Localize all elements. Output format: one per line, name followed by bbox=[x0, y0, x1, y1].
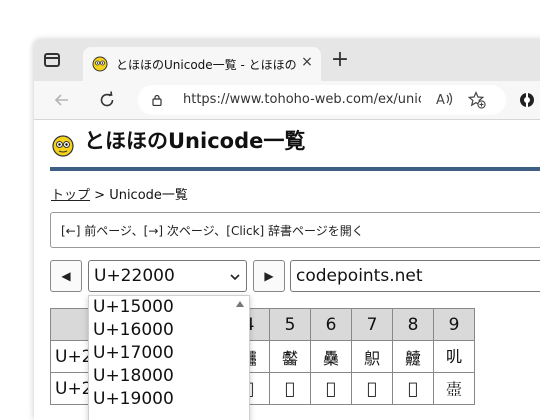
new-tab-icon[interactable]: + bbox=[330, 49, 350, 71]
breadcrumb-separator: > bbox=[90, 188, 110, 203]
breadcrumb-home-link[interactable]: トップ bbox=[51, 188, 90, 203]
breadcrumb-current: Unicode一覧 bbox=[109, 188, 188, 203]
address-bar[interactable]: https://www.tohoho-web.com/ex/unicode.ht… bbox=[138, 85, 506, 115]
dropdown-option[interactable]: U+19000 bbox=[89, 388, 249, 411]
tab-close-icon[interactable]: × bbox=[298, 53, 316, 71]
keyboard-hint-box: [←] 前ページ、[→] 次ページ、[Click] 辞書ページを開く bbox=[50, 212, 540, 248]
grid-glyph-cell[interactable]: 𠁕 bbox=[433, 372, 475, 405]
page-content: とほほのUnicode一覧 トップ > Unicode一覧 [←] 前ページ、[… bbox=[34, 120, 540, 420]
active-tab[interactable]: とほほのUnicode一覧 - とほほのWWW入門 × bbox=[83, 47, 321, 81]
read-aloud-icon[interactable]: A bbox=[436, 91, 454, 111]
codepoint-dropdown-list[interactable]: U+15000 U+16000 U+17000 U+18000 U+19000 bbox=[88, 295, 250, 420]
browser-toolbar: https://www.tohoho-web.com/ex/unicode.ht… bbox=[34, 81, 540, 120]
extension-icon[interactable] bbox=[519, 92, 535, 108]
dropdown-option[interactable]: U+16000 bbox=[89, 319, 249, 342]
title-divider bbox=[50, 167, 540, 171]
grid-glyph-cell[interactable]: 䶑 bbox=[392, 340, 434, 373]
dropdown-option[interactable]: U+18000 bbox=[89, 365, 249, 388]
back-icon[interactable] bbox=[50, 88, 74, 112]
browser-window: とほほのUnicode一覧 - とほほのWWW入門 × + https://ww… bbox=[34, 40, 540, 420]
grid-header-cell: 5 bbox=[269, 308, 311, 341]
grid-glyph-cell[interactable]: 齾 bbox=[269, 340, 311, 373]
codepoint-select[interactable]: U+22000 bbox=[88, 260, 247, 292]
grid-glyph-cell[interactable]: 䶷 bbox=[433, 340, 475, 373]
svg-text:A: A bbox=[436, 93, 445, 107]
url-text[interactable]: https://www.tohoho-web.com/ex/unicode.ht… bbox=[183, 92, 421, 107]
page-title: とほほのUnicode一覧 bbox=[84, 129, 306, 153]
grid-glyph-cell[interactable]: 𠁑 bbox=[269, 372, 311, 405]
grid-header-cell: 8 bbox=[392, 308, 434, 341]
lock-icon[interactable] bbox=[152, 94, 162, 106]
prev-page-button[interactable]: ◀ bbox=[50, 260, 82, 292]
grid-glyph-cell[interactable]: 𠁓 bbox=[351, 372, 393, 405]
codepoint-select-value: U+22000 bbox=[94, 266, 175, 286]
keyboard-hint-text: [←] 前ページ、[→] 次ページ、[Click] 辞書ページを開く bbox=[61, 224, 364, 238]
add-favorite-icon[interactable] bbox=[468, 91, 486, 109]
grid-glyph-cell[interactable]: 䯂 bbox=[310, 340, 352, 373]
grid-header-cell: 7 bbox=[351, 308, 393, 341]
tab-title: とほほのUnicode一覧 - とほほのWWW入門 bbox=[116, 58, 296, 72]
grid-glyph-cell[interactable]: 䳅 bbox=[351, 340, 393, 373]
reload-icon[interactable] bbox=[95, 88, 119, 112]
chevron-down-icon bbox=[230, 274, 240, 281]
grid-glyph-cell[interactable]: 𠁒 bbox=[310, 372, 352, 405]
scroll-up-icon[interactable] bbox=[236, 301, 244, 307]
tab-strip: とほほのUnicode一覧 - とほほのWWW入門 × + bbox=[34, 40, 540, 81]
breadcrumb: トップ > Unicode一覧 bbox=[51, 184, 188, 203]
dropdown-option[interactable]: U+17000 bbox=[89, 342, 249, 365]
grid-header-cell: 9 bbox=[433, 308, 475, 341]
next-page-button[interactable]: ▶ bbox=[253, 260, 285, 292]
grid-glyph-cell[interactable]: 𠁔 bbox=[392, 372, 434, 405]
site-logo-icon bbox=[52, 135, 74, 157]
dictionary-site-select-value: codepoints.net bbox=[296, 266, 423, 286]
favicon-icon bbox=[92, 56, 108, 72]
dictionary-site-select[interactable]: codepoints.net bbox=[290, 260, 540, 292]
dropdown-option[interactable]: U+15000 bbox=[89, 296, 249, 319]
grid-header-cell: 6 bbox=[310, 308, 352, 341]
tab-actions-icon[interactable] bbox=[44, 53, 60, 67]
